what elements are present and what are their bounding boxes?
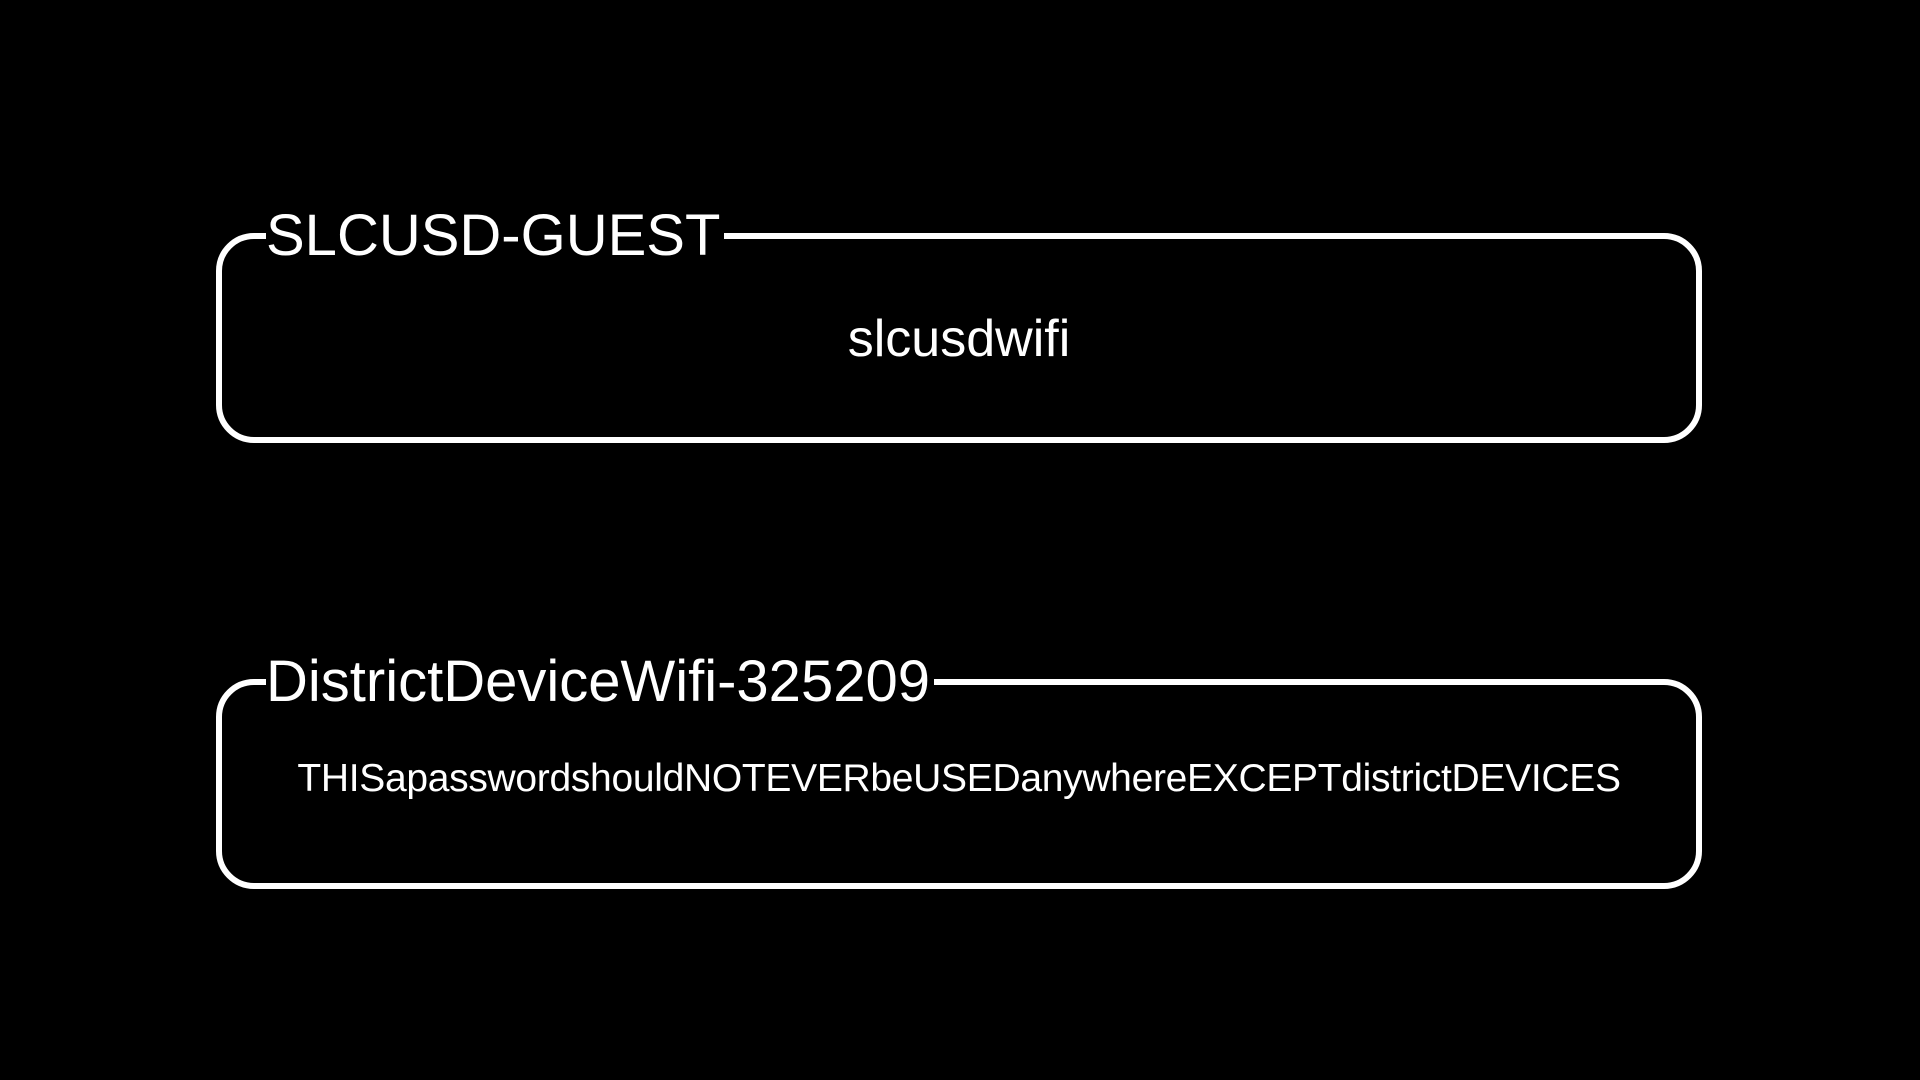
guest-network-password: slcusdwifi bbox=[847, 310, 1071, 368]
guest-network-ssid: SLCUSD-GUEST bbox=[266, 200, 725, 272]
guest-network-card: SLCUSD-GUEST slcusdwifi bbox=[216, 200, 1702, 443]
device-network-ssid: DistrictDeviceWifi-325209 bbox=[266, 646, 934, 718]
device-network-password: THISapasswordshouldNOTEVERbeUSEDanywhere… bbox=[297, 757, 1621, 800]
device-network-card: DistrictDeviceWifi-325209 THISapasswords… bbox=[216, 646, 1702, 889]
